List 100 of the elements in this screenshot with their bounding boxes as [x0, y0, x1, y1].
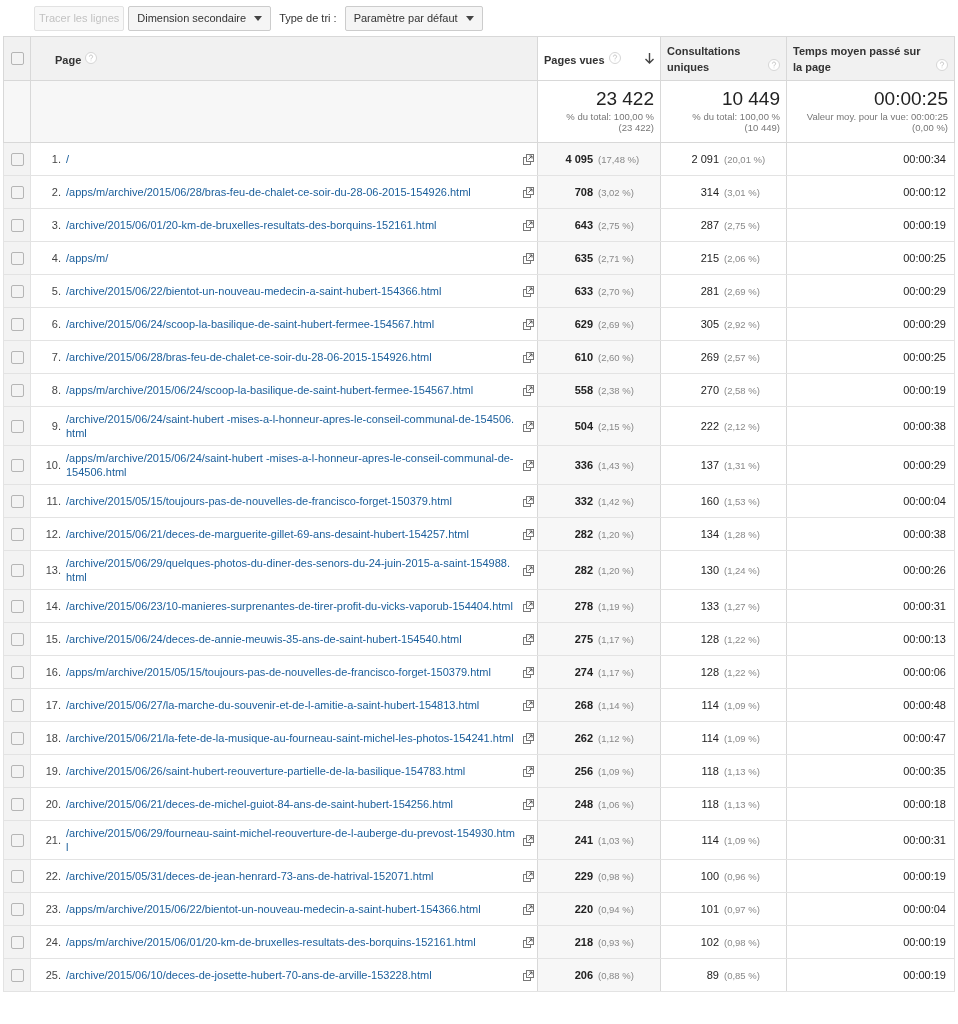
page-link[interactable]: /archive/2015/06/01/20-km-de-bruxelles-resultats-des-borquins-152161.html	[66, 218, 519, 232]
pageviews-percent: (1,17 %)	[598, 665, 635, 680]
checkbox[interactable]	[10, 251, 24, 265]
avg-time-value: 00:00:34	[903, 152, 946, 165]
open-page-icon[interactable]	[522, 600, 534, 612]
help-icon[interactable]	[85, 52, 98, 65]
checkbox[interactable]	[10, 284, 24, 298]
checkbox[interactable]	[10, 698, 24, 712]
open-page-icon[interactable]	[522, 936, 534, 948]
open-page-icon[interactable]	[522, 528, 534, 540]
checkbox[interactable]	[10, 563, 24, 577]
page-link[interactable]: /archive/2015/06/27/la-marche-du-souvenir-et-de-l-amitie-a-saint-hubert-154813.html	[66, 698, 519, 712]
pageviews-value: 282	[574, 563, 593, 576]
unique-views-percent: (1,53 %)	[724, 494, 761, 509]
column-header[interactable]: Page	[55, 51, 82, 68]
unique-views-value: 305	[700, 317, 719, 330]
open-page-icon[interactable]	[522, 564, 534, 576]
help-icon[interactable]	[936, 59, 948, 72]
checkbox[interactable]	[10, 968, 24, 982]
page-link[interactable]: /apps/m/archive/2015/06/24/saint-hubert -mises-a-l-honneur-apres-le-conseil-communal-de-154506.html	[66, 451, 519, 479]
checkbox[interactable]	[10, 902, 24, 916]
unique-views-value: 102	[700, 935, 719, 948]
page-link[interactable]: /archive/2015/06/26/saint-hubert-reouverture-partielle-de-la-basilique-154783.html	[66, 764, 519, 778]
open-page-icon[interactable]	[522, 285, 534, 297]
page-link[interactable]: /apps/m/archive/2015/06/28/bras-feu-de-chalet-ce-soir-du-28-06-2015-154926.html	[66, 185, 519, 199]
open-page-icon[interactable]	[522, 798, 534, 810]
open-page-icon[interactable]	[522, 252, 534, 264]
page-link[interactable]: /	[66, 152, 519, 166]
checkbox[interactable]	[10, 764, 24, 778]
page-link[interactable]: /archive/2015/06/21/deces-de-michel-guiot-84-ans-de-saint-hubert-154256.html	[66, 797, 519, 811]
checkbox[interactable]	[10, 152, 24, 166]
page-link[interactable]: /archive/2015/06/24/saint-hubert -mises-a-l-honneur-apres-le-conseil-communal-de-154506.html	[66, 412, 519, 440]
checkbox[interactable]	[10, 833, 24, 847]
unique-views-value: 114	[701, 698, 719, 711]
checkbox[interactable]	[10, 869, 24, 883]
open-page-icon[interactable]	[522, 318, 534, 330]
checkbox[interactable]	[10, 599, 24, 613]
page-link[interactable]: /apps/m/archive/2015/05/15/toujours-pas-de-nouvelles-de-francisco-forget-150379.html	[66, 665, 519, 679]
open-page-icon[interactable]	[522, 384, 534, 396]
open-page-icon[interactable]	[522, 186, 534, 198]
open-page-icon[interactable]	[522, 765, 534, 777]
page-link[interactable]: /archive/2015/06/23/10-manieres-surprenantes-de-tirer-profit-du-vicks-vaporub-154404.html	[66, 599, 519, 613]
page-link[interactable]: /archive/2015/06/21/deces-de-marguerite-gillet-69-ans-desaint-hubert-154257.html	[66, 527, 519, 541]
checkbox[interactable]	[10, 185, 24, 199]
open-page-icon[interactable]	[522, 903, 534, 915]
page-link[interactable]: /archive/2015/06/28/bras-feu-de-chalet-ce-soir-du-28-06-2015-154926.html	[66, 350, 519, 364]
page-link[interactable]: /archive/2015/06/24/deces-de-annie-meuwis-35-ans-de-saint-hubert-154540.html	[66, 632, 519, 646]
open-page-icon[interactable]	[522, 870, 534, 882]
page-link[interactable]: /apps/m/archive/2015/06/24/scoop-la-basilique-de-saint-hubert-fermee-154567.html	[66, 383, 519, 397]
checkbox[interactable]	[10, 383, 24, 397]
checkbox[interactable]	[10, 218, 24, 232]
checkbox[interactable]	[10, 317, 24, 331]
page-link[interactable]: /archive/2015/05/31/deces-de-jean-henrard-73-ans-de-hatrival-152071.html	[66, 869, 519, 883]
open-page-icon[interactable]	[522, 633, 534, 645]
page-link[interactable]: /apps/m/archive/2015/06/01/20-km-de-bruxelles-resultats-des-borquins-152161.html	[66, 935, 519, 949]
unique-views-value: 137	[700, 458, 719, 471]
checkbox[interactable]	[10, 350, 24, 364]
unique-views-value: 2 091	[691, 152, 719, 165]
page-link[interactable]: /archive/2015/06/10/deces-de-josette-hubert-70-ans-de-arville-153228.html	[66, 968, 519, 982]
open-page-icon[interactable]	[522, 732, 534, 744]
open-page-icon[interactable]	[522, 666, 534, 678]
checkbox[interactable]	[10, 527, 24, 541]
checkbox[interactable]	[10, 797, 24, 811]
page-link[interactable]: /archive/2015/06/29/quelques-photos-du-diner-des-senors-du-24-juin-2015-a-saint-154988.html	[66, 556, 519, 584]
page-link[interactable]: /apps/m/archive/2015/06/22/bientot-un-nouveau-medecin-a-saint-hubert-154366.html	[66, 902, 519, 916]
sort-type-label: Type de tri :	[278, 10, 338, 26]
page-link[interactable]: /archive/2015/06/24/scoop-la-basilique-de-saint-hubert-fermee-154567.html	[66, 317, 519, 331]
checkbox[interactable]	[10, 52, 24, 65]
open-page-icon[interactable]	[522, 495, 534, 507]
column-header[interactable]: Pages vues	[544, 51, 605, 68]
checkbox[interactable]	[10, 935, 24, 949]
pageviews-percent: (1,19 %)	[598, 599, 635, 614]
pageviews-value: 268	[574, 698, 593, 711]
sort-descending-icon[interactable]	[645, 53, 654, 64]
page-link[interactable]: /archive/2015/06/22/bientot-un-nouveau-medecin-a-saint-hubert-154366.html	[66, 284, 519, 298]
sort-type-dropdown[interactable]: Paramètre par défaut	[344, 5, 483, 31]
help-icon[interactable]	[608, 52, 621, 65]
checkbox[interactable]	[10, 458, 24, 472]
open-page-icon[interactable]	[522, 351, 534, 363]
open-page-icon[interactable]	[522, 459, 534, 471]
open-page-icon[interactable]	[522, 153, 534, 165]
open-page-icon[interactable]	[522, 969, 534, 981]
checkbox[interactable]	[10, 494, 24, 508]
secondary-dimension-dropdown[interactable]: Dimension secondaire	[128, 5, 272, 31]
page-link[interactable]: /archive/2015/06/29/fourneau-saint-michel-reouverture-de-l-auberge-du-prevost-154930.html	[66, 826, 519, 854]
open-page-icon[interactable]	[522, 834, 534, 846]
checkbox[interactable]	[10, 731, 24, 745]
page-link[interactable]: /archive/2015/06/21/la-fete-de-la-musique-au-fourneau-saint-michel-les-photos-154241.html	[66, 731, 519, 745]
page-link[interactable]: /archive/2015/05/15/toujours-pas-de-nouvelles-de-francisco-forget-150379.html	[66, 494, 519, 508]
row-number: 4.	[50, 250, 62, 266]
checkbox[interactable]	[10, 665, 24, 679]
open-page-icon[interactable]	[522, 219, 534, 231]
open-page-icon[interactable]	[522, 420, 534, 432]
checkbox[interactable]	[10, 419, 24, 433]
avg-time-value: 00:00:35	[903, 764, 946, 777]
checkbox[interactable]	[10, 632, 24, 646]
page-link[interactable]: /apps/m/	[66, 251, 519, 265]
unique-views-value: 215	[700, 251, 719, 264]
open-page-icon[interactable]	[522, 699, 534, 711]
help-icon[interactable]	[768, 59, 780, 72]
